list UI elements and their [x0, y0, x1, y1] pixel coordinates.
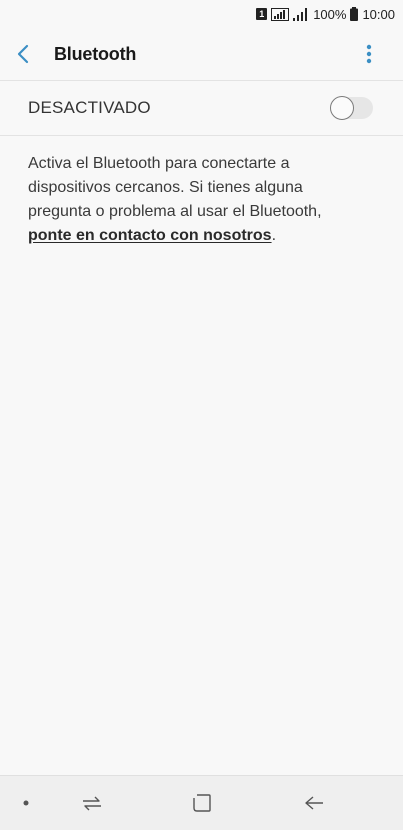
toggle-divider [0, 135, 403, 136]
bluetooth-switch[interactable] [330, 96, 373, 120]
battery-icon [350, 7, 359, 21]
status-bar: 1 100% 10:00 [0, 0, 403, 28]
bluetooth-toggle-row[interactable]: DESACTIVADO [0, 81, 403, 135]
hd-signal-icon [271, 7, 290, 21]
navigation-bar [0, 775, 403, 830]
app-bar: Bluetooth [0, 28, 403, 80]
bluetooth-status-label: DESACTIVADO [28, 98, 151, 117]
clock: 10:00 [362, 6, 395, 22]
home-icon [193, 794, 211, 812]
nav-dot-button[interactable] [14, 776, 38, 830]
switch-knob [330, 96, 354, 120]
recents-button[interactable] [72, 776, 112, 830]
more-options-button[interactable] [355, 40, 383, 68]
contact-us-link[interactable]: ponte en contacto con nosotros [28, 227, 272, 244]
bluetooth-description: Activa el Bluetooth para conectarte a di… [28, 152, 369, 248]
chevron-left-icon [17, 44, 29, 64]
more-vertical-icon [366, 44, 372, 64]
sim-icon: 1 [256, 8, 268, 20]
signal-strength-icon [293, 7, 308, 21]
description-suffix: . [271, 227, 277, 244]
description-text: Activa el Bluetooth para conectarte a di… [28, 155, 322, 220]
nav-back-icon [305, 796, 323, 810]
back-button[interactable] [0, 28, 54, 80]
recents-icon [83, 796, 101, 811]
home-button[interactable] [182, 776, 222, 830]
nav-dot-icon [23, 800, 29, 806]
battery-percent: 100% [313, 6, 347, 22]
page-title: Bluetooth [54, 43, 137, 64]
nav-back-button[interactable] [294, 776, 334, 830]
